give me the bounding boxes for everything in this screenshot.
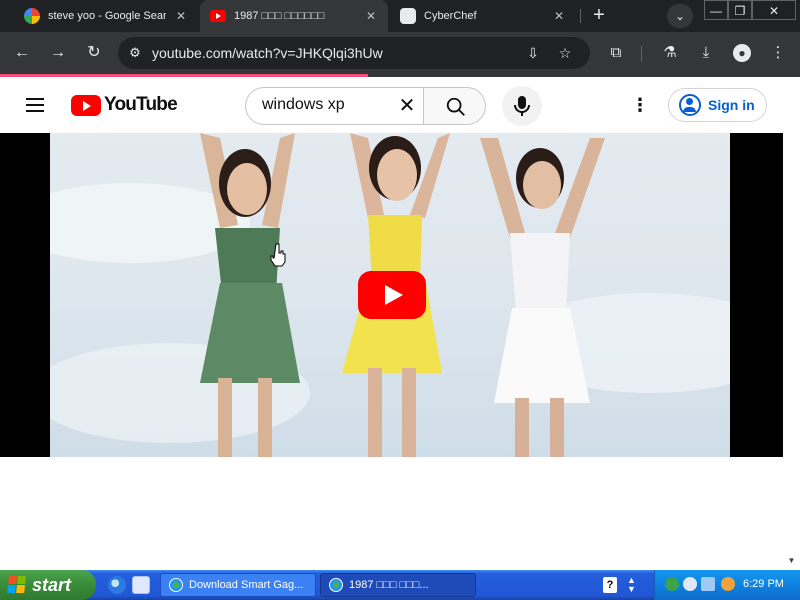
google-icon <box>24 8 40 24</box>
window-close-button[interactable]: ✕ <box>752 0 796 20</box>
bookmark-star-icon[interactable]: ☆ <box>556 44 574 62</box>
tab-google-search[interactable]: steve yoo - Google Search ✕ <box>14 0 198 32</box>
profile-icon[interactable]: ● <box>732 43 752 63</box>
youtube-icon <box>210 10 226 22</box>
taskbar-item-youtube[interactable]: 1987 □□□ □□□... <box>320 573 476 597</box>
task-label: Download Smart Gag... <box>189 579 304 591</box>
page-scrollbar[interactable] <box>783 133 800 570</box>
account-icon <box>679 94 701 116</box>
search-button[interactable] <box>423 87 486 125</box>
tab-title: 1987 □□□ □□□□□□ <box>234 10 325 22</box>
network-icon[interactable] <box>665 577 679 591</box>
new-tab-button[interactable]: + <box>587 4 611 28</box>
chrome-icon <box>329 578 343 592</box>
tray-expand-icon[interactable]: ▲ ▼ <box>627 576 636 594</box>
help-icon[interactable]: ? <box>603 577 617 593</box>
minimize-button[interactable]: — <box>704 0 728 20</box>
address-bar[interactable]: ⚙ youtube.com/watch?v=JHKQlqi3hUw ⇩ ☆ <box>118 37 590 69</box>
install-app-icon[interactable]: ⇩ <box>524 44 542 62</box>
browser-tab-strip: steve yoo - Google Search ✕ 1987 □□□ □□□… <box>0 0 800 32</box>
search-tray-icon[interactable] <box>721 577 735 591</box>
extensions-icon[interactable]: ⧉ <box>606 43 626 63</box>
youtube-masthead: YouTube ✕ ⋮ Sign in <box>0 77 800 133</box>
scroll-down-arrow-icon[interactable]: ▼ <box>783 556 800 568</box>
video-player[interactable] <box>0 133 783 457</box>
tab-youtube-video[interactable]: 1987 □□□ □□□□□□ ✕ <box>200 0 388 32</box>
forward-button[interactable]: → <box>46 41 70 65</box>
settings-more-icon[interactable]: ⋮ <box>628 93 652 117</box>
browser-toolbar: ← → ↻ ⚙ youtube.com/watch?v=JHKQlqi3hUw … <box>0 32 800 74</box>
close-icon[interactable]: ✕ <box>552 9 566 23</box>
clear-search-icon[interactable]: ✕ <box>394 93 420 119</box>
reload-button[interactable]: ↻ <box>82 41 106 65</box>
display-icon[interactable] <box>701 577 715 591</box>
sign-in-button[interactable]: Sign in <box>668 88 767 122</box>
start-label: start <box>32 574 72 595</box>
show-desktop-icon[interactable] <box>132 576 150 594</box>
volume-icon[interactable] <box>683 577 697 591</box>
browser-menu-icon[interactable]: ⋮ <box>768 43 788 63</box>
tab-title: steve yoo - Google Search <box>48 10 166 22</box>
restore-button[interactable]: ❐ <box>728 0 752 20</box>
microphone-icon <box>514 96 530 116</box>
system-tray: 6:29 PM <box>654 570 800 600</box>
tab-cyberchef[interactable]: CyberChef ✕ <box>390 0 576 32</box>
internet-explorer-icon[interactable] <box>108 576 126 594</box>
clock: 6:29 PM <box>743 578 784 590</box>
site-info-icon[interactable]: ⚙ <box>126 44 144 62</box>
taskbar-item-download[interactable]: Download Smart Gag... <box>160 573 316 597</box>
play-button[interactable] <box>358 271 426 319</box>
chrome-icon <box>169 578 183 592</box>
hand-cursor-icon <box>270 243 286 267</box>
youtube-logo-text: YouTube <box>104 94 178 115</box>
windows-flag-icon <box>7 576 27 594</box>
close-icon[interactable]: ✕ <box>364 9 378 23</box>
tab-title: CyberChef <box>424 10 477 22</box>
start-button[interactable]: start <box>0 570 96 600</box>
xp-taskbar: start Download Smart Gag... 1987 □□□ □□□… <box>0 570 800 600</box>
search-box[interactable]: ✕ <box>245 87 423 125</box>
cyberchef-icon <box>400 8 416 24</box>
close-icon[interactable]: ✕ <box>174 9 188 23</box>
toolbar-divider <box>641 46 642 62</box>
labs-flask-icon[interactable]: ⚗ <box>660 43 680 63</box>
url-text[interactable]: youtube.com/watch?v=JHKQlqi3hUw <box>152 45 383 61</box>
search-input[interactable] <box>262 96 382 114</box>
dancer-white <box>480 138 605 457</box>
sign-in-label: Sign in <box>708 97 755 113</box>
tab-divider <box>580 9 581 23</box>
voice-search-button[interactable] <box>502 86 542 126</box>
guide-menu-icon[interactable] <box>24 95 46 115</box>
tab-search-button[interactable]: ⌄ <box>667 4 693 28</box>
search-icon <box>446 97 465 116</box>
back-button[interactable]: ← <box>10 41 34 65</box>
download-icon[interactable]: ⤓ <box>696 43 716 63</box>
youtube-logo[interactable]: YouTube <box>71 93 178 117</box>
task-label: 1987 □□□ □□□... <box>349 579 429 591</box>
youtube-play-logo-icon <box>71 94 101 116</box>
